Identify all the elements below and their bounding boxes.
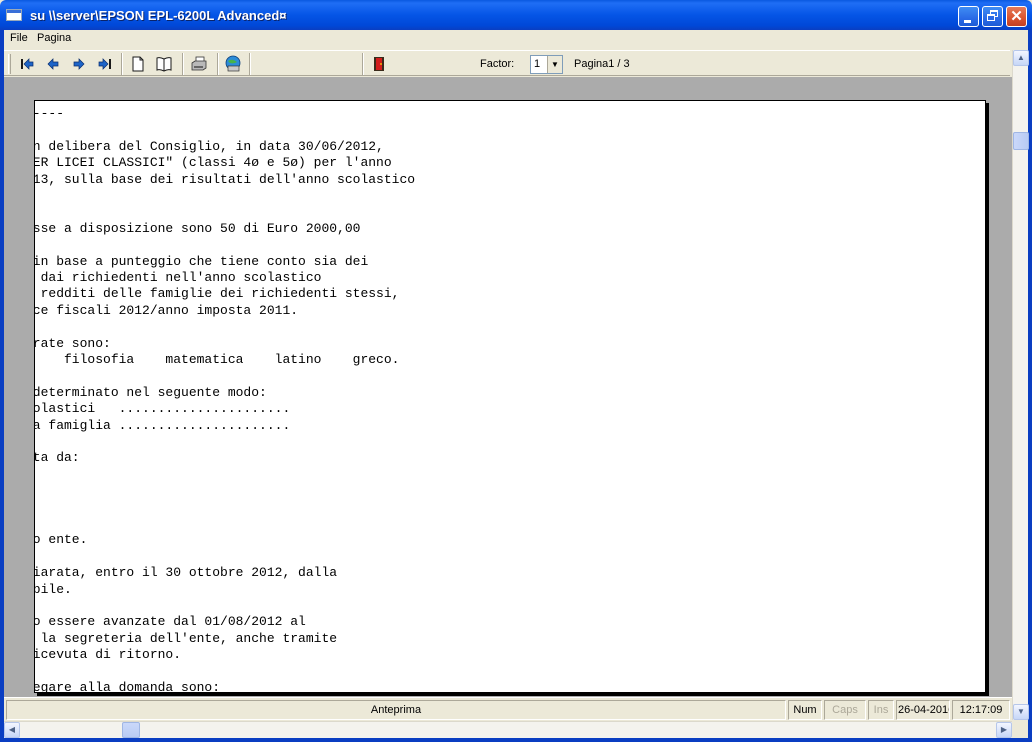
window-title: su \\server\EPSON EPL-6200L Advanced¤ (30, 8, 287, 23)
document-line: o la segreteria dell'ente, anche tramite (34, 630, 338, 646)
scroll-up-button[interactable]: ▲ (1013, 50, 1029, 66)
status-caps: Caps (824, 700, 866, 720)
exit-button[interactable] (369, 54, 389, 74)
status-ins: Ins (868, 700, 894, 720)
toolbar-separator (362, 53, 364, 75)
chevron-down-icon[interactable]: ▼ (547, 56, 562, 73)
toolbar: Factor: 1 ▼ Pagina1 / 3 (4, 50, 1010, 76)
status-time: 12:17:09 (952, 700, 1010, 720)
document-line: . redditi delle famiglie dei richiedenti… (34, 286, 400, 302)
print-icon (191, 56, 207, 71)
document-line: 013, sulla base dei risultati dell'anno … (34, 171, 416, 187)
document-line: sta da: (34, 450, 80, 466)
menu-bar: File Pagina (4, 30, 1028, 49)
next-page-button[interactable] (69, 54, 89, 74)
preview-area[interactable]: ----- on delibera del Consiglio, in data … (4, 77, 1012, 697)
status-date: 26-04-2016 (896, 700, 950, 720)
document-line: a filosofia matematica latino greco. (34, 352, 400, 367)
title-bar[interactable]: su \\server\EPSON EPL-6200L Advanced¤ ✕ (0, 0, 1032, 30)
scroll-left-button[interactable]: ◀ (4, 722, 20, 738)
printer-setup-button[interactable] (223, 54, 243, 74)
restore-button[interactable] (982, 6, 1003, 27)
horizontal-scroll-thumb[interactable] (122, 722, 140, 738)
next-page-icon (73, 58, 85, 70)
document-line: hiarata, entro il 30 ottobre 2012, dalla (34, 565, 338, 581)
document-line: ace fiscali 2012/anno imposta 2011. (34, 302, 299, 318)
chevron-up-icon: ▲ (1017, 53, 1025, 62)
minimize-icon (964, 20, 971, 23)
app-window-icon[interactable] (6, 9, 22, 21)
status-num: Num (788, 700, 822, 720)
toolbar-grip[interactable] (8, 54, 11, 74)
factor-label: Factor: (480, 58, 515, 70)
exit-door-icon (374, 57, 384, 71)
document-line: ricevuta di ritorno. (34, 647, 182, 663)
menu-file[interactable]: File (10, 32, 28, 44)
print-button[interactable] (189, 54, 209, 74)
chevron-left-icon: ◀ (8, 725, 16, 734)
window-border-bottom (0, 738, 1032, 742)
document-line: erate sono: (35, 335, 111, 351)
close-button[interactable]: ✕ (1006, 6, 1027, 27)
print-preview-page: ----- on delibera del Consiglio, in data … (34, 100, 986, 693)
last-page-icon (98, 58, 111, 70)
status-main: Anteprima (6, 700, 786, 720)
close-icon: ✕ (1010, 8, 1023, 25)
toolbar-separator (182, 53, 184, 75)
two-pages-button[interactable] (154, 54, 174, 74)
previous-page-button[interactable] (43, 54, 63, 74)
document-line: in base a punteggio che tiene conto sia … (34, 253, 369, 269)
document-line: colastici ...................... (34, 401, 291, 417)
previous-page-icon (47, 58, 59, 70)
document-line: esse a disposizione sono 50 di Euro 2000… (34, 220, 361, 236)
document-line: co ente. (35, 532, 88, 548)
page-indicator: Pagina1 / 3 (574, 58, 630, 70)
single-page-icon (132, 56, 144, 72)
toolbar-separator (121, 53, 123, 75)
toolbar-separator (217, 53, 219, 75)
minimize-button[interactable] (958, 6, 979, 27)
two-pages-icon (156, 57, 172, 72)
scrollbar-corner (1012, 721, 1028, 738)
first-page-button[interactable] (17, 54, 37, 74)
document-line: determinato nel seguente modo: (34, 384, 267, 400)
document-line: . dai richiedenti nell'anno scolastico (34, 270, 322, 285)
document-line: la famiglia ...................... (34, 417, 291, 433)
document-line: on delibera del Consiglio, in data 30/06… (34, 138, 384, 154)
first-page-icon (21, 58, 34, 70)
scroll-right-button[interactable]: ▶ (996, 722, 1012, 738)
vertical-scrollbar[interactable]: ▲ ▼ (1012, 50, 1029, 720)
factor-value: 1 (534, 58, 541, 70)
single-page-button[interactable] (128, 54, 148, 74)
chevron-right-icon: ▶ (1000, 725, 1008, 734)
vertical-scroll-thumb[interactable] (1013, 132, 1029, 150)
scroll-down-button[interactable]: ▼ (1013, 704, 1029, 720)
document-line: legare alla domanda sono: (34, 680, 221, 693)
menu-pagina[interactable]: Pagina (37, 32, 71, 44)
document-line: abile. (34, 581, 72, 597)
printer-setup-icon (225, 55, 241, 72)
factor-select[interactable]: 1 ▼ (530, 55, 563, 74)
document-line: PER LICEI CLASSICI" (classi 4ø e 5ø) per… (34, 155, 392, 171)
last-page-button[interactable] (95, 54, 115, 74)
chevron-down-icon: ▼ (1017, 707, 1025, 716)
status-bar: Anteprima Num Caps Ins 26-04-2016 12:17:… (4, 697, 1012, 721)
document-line: no essere avanzate dal 01/08/2012 al (34, 614, 306, 630)
document-line: ----- (35, 106, 65, 121)
horizontal-scrollbar[interactable]: ◀ ▶ (4, 721, 1012, 738)
toolbar-separator (249, 53, 251, 75)
